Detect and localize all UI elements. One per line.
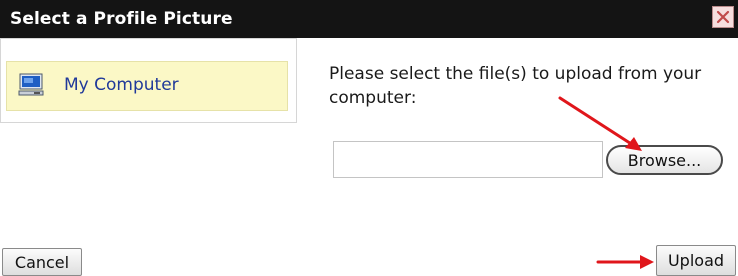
upload-instructions: Please select the file(s) to upload from…: [329, 64, 702, 108]
close-icon: [716, 10, 730, 24]
dialog-titlebar: Select a Profile Picture: [0, 0, 738, 38]
sidebar-item-my-computer[interactable]: My Computer: [6, 61, 288, 111]
cancel-button[interactable]: Cancel: [2, 248, 82, 276]
upload-source-panel: My Computer: [0, 38, 297, 123]
computer-icon: [18, 73, 44, 96]
dialog-title: Select a Profile Picture: [10, 9, 233, 29]
sidebar-item-label: My Computer: [64, 75, 179, 95]
annotation-arrow-upload: [596, 255, 654, 269]
annotation-arrow-browse: [558, 96, 642, 151]
close-button[interactable]: [712, 6, 734, 28]
upload-button[interactable]: Upload: [656, 245, 736, 276]
